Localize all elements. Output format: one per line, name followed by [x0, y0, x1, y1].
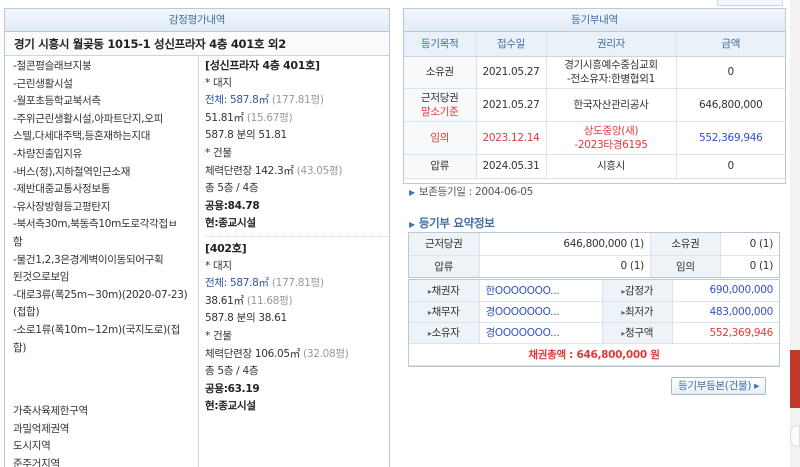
unit-details: [성신프라자 4층 401호] * 대지 전체: 587.8㎡ (177.81평… [199, 56, 389, 467]
col-date: 접수일 [476, 32, 547, 57]
feature-line: -유사장방형등고평탄지 [13, 200, 111, 213]
feature-line: 합) [13, 341, 27, 354]
bullet-icon: ▶ [409, 220, 415, 229]
appraisal-header: 감정평가내역 [5, 9, 389, 32]
feature-line: -북서측30m,북동측10m도로각각접ㅂ [13, 218, 178, 231]
land-label: * 대지 [205, 76, 232, 89]
top-toolbar-edge [717, 0, 783, 6]
feature-line: -주위근린생활시설,아파트단지,오피 [13, 112, 163, 125]
party-name-link[interactable]: 한OOOOOOO... [479, 280, 603, 302]
feature-line: -대로3류(폭25m~30m)(2020-07-23) [13, 288, 188, 301]
feature-line: -근린생활시설 [13, 77, 73, 90]
share-area: 51.81㎡ (15.67평) [205, 111, 293, 124]
feature-line: -버스(정),지하철역인근소재 [13, 165, 131, 178]
common-area: 공용:84.78 [205, 199, 260, 212]
total-land: 전체: 587.8㎡ (177.81평) [205, 94, 324, 107]
zone-line: 준주거지역 [13, 457, 60, 467]
unit-title: [402호] [205, 235, 389, 258]
share-ratio: 587.8 분의 51.81 [205, 129, 287, 142]
share-ratio: 587.8 분의 38.61 [205, 312, 287, 325]
table-row: 압류 2024.05.31 시흥시 0 [404, 154, 785, 179]
col-holder: 권리자 [546, 32, 677, 57]
share-area: 38.61㎡ (11.68평) [205, 294, 293, 307]
feature-line: -소로1류(폭10m~12m)(국지도로)(접 [13, 323, 180, 336]
registry-header-row: 등기목적 접수일 권리자 금액 [404, 32, 785, 57]
side-floating-button[interactable] [790, 425, 800, 447]
preservation-date: ▶ 보존등기일 : 2004-06-05 [409, 186, 533, 198]
zone-line: 과밀억제권역 [13, 422, 70, 435]
party-row: ▸소유자 경OOOOOOO... ▸청구액 552,369,946 [409, 322, 779, 344]
floors: 총 5층 / 4층 [205, 182, 259, 195]
current-use: 현:종교시설 [205, 400, 256, 413]
registry-header: 등기부내역 [404, 9, 785, 32]
summary-row: 근저당권 646,800,000 (1) 소유권 0 (1) [409, 233, 779, 256]
party-name-link[interactable]: 경OOOOOOO... [479, 322, 603, 344]
summary-table: 근저당권 646,800,000 (1) 소유권 0 (1) 압류 0 (1) … [409, 233, 779, 277]
party-box: ▸채권자 한OOOOOOO... ▸감정가 690,000,000 ▸채무자 경… [408, 279, 780, 367]
zone-line: 가축사육제한구역 [13, 405, 88, 418]
floors: 총 5층 / 4층 [205, 365, 259, 378]
building-label: * 건물 [205, 146, 232, 159]
zone-line: 도시지역 [13, 440, 51, 453]
bullet-icon: ▶ [409, 188, 415, 197]
feature-line: -철콘평슬래브지붕 [13, 60, 92, 72]
table-row: 소유권 2021.05.27 경기시흥예수중심교회 -전소유자:한병협외1 0 [404, 56, 785, 89]
unit-title: [성신프라자 4층 401호] [205, 59, 320, 72]
appraisal-features: -철콘평슬래브지붕 -근린생활시설 -월포초등학교북서측 -주위근린생활시설,아… [5, 56, 199, 467]
party-row: ▸채무자 경OOOOOOO... ▸최저가 483,000,000 [409, 301, 779, 323]
current-use: 현:종교시설 [205, 217, 256, 230]
registry-copy-button[interactable]: 등기부등본(건물) ▸ [671, 377, 767, 395]
feature-line: 함 [13, 235, 23, 248]
party-table: ▸채권자 한OOOOOOO... ▸감정가 690,000,000 ▸채무자 경… [409, 280, 779, 366]
feature-line: 된것으로보임 [13, 271, 70, 284]
summary-title: ▶ 등기부 요약정보 [409, 216, 495, 230]
total-land: 전체: 587.8㎡ (177.81평) [205, 277, 324, 290]
party-row: ▸채권자 한OOOOOOO... ▸감정가 690,000,000 [409, 280, 779, 302]
feature-line: (접합) [13, 306, 40, 319]
claim-total: 채권총액 : 646,800,000 원 [409, 343, 779, 366]
feature-line: -물건1,2,3은경계벽이이동되어구획 [13, 253, 164, 266]
land-label: * 대지 [205, 259, 232, 272]
registry-panel: 등기부내역 등기목적 접수일 권리자 금액 소유권 2021.05.27 경기시… [403, 8, 786, 184]
building-area: 체력단련장 106.05㎡ (32.08평) [205, 347, 349, 360]
table-row: 근저당권 말소기준 2021.05.27 한국자산관리공사 646,800,000 [404, 88, 785, 122]
col-purpose: 등기목적 [404, 32, 477, 57]
chevron-right-icon: ▸ [754, 380, 760, 392]
feature-line: 스텔,다세대주택,등혼재하는지대 [13, 130, 151, 143]
table-row: 임의 2023.12.14 상도중앙(새) -2023타경6195 552,369… [404, 121, 785, 155]
building-area: 체력단련장 142.3㎡ (43.05평) [205, 164, 343, 177]
common-area: 공용:63.19 [205, 382, 260, 395]
total-row: 채권총액 : 646,800,000 원 [409, 343, 779, 366]
feature-line: -차량진출입지유 [13, 147, 83, 160]
appraisal-panel: 감정평가내역 경기 시흥시 월곶동 1015-1 성신프라자 4층 401호 외… [4, 8, 390, 467]
registry-table: 등기목적 접수일 권리자 금액 소유권 2021.05.27 경기시흥예수중심교… [404, 32, 785, 179]
building-label: * 건물 [205, 329, 232, 342]
feature-line: -월포초등학교북서측 [13, 95, 101, 108]
col-amount: 금액 [676, 32, 785, 57]
property-address: 경기 시흥시 월곶동 1015-1 성신프라자 4층 401호 외2 [5, 32, 389, 56]
summary-box: 근저당권 646,800,000 (1) 소유권 0 (1) 압류 0 (1) … [408, 232, 780, 278]
summary-row: 압류 0 (1) 임의 0 (1) [409, 255, 779, 277]
baseline-marker: 말소기준 [421, 105, 459, 118]
party-name-link[interactable]: 경OOOOOOO... [479, 301, 603, 323]
feature-line: -제반대중교통사정보통 [13, 183, 111, 196]
side-banner[interactable] [790, 350, 800, 408]
